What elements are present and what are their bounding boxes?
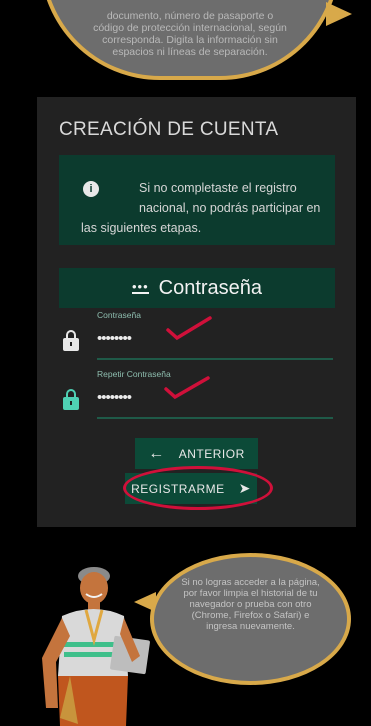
bubble-text-line: Si no logras acceder a la página,	[181, 577, 320, 588]
notice-text-line: nacional, no podrás participar en	[139, 201, 321, 215]
account-creation-card: CREACIÓN DE CUENTA i Si no completaste e…	[37, 97, 356, 527]
previous-button[interactable]: ← ANTERIOR	[135, 438, 258, 469]
password-field[interactable]: Contraseña ••••••••	[97, 310, 333, 360]
notice-text-line: las siguientes etapas.	[81, 221, 202, 235]
red-circle-annotation	[123, 466, 273, 510]
repeat-password-label: Repetir Contraseña	[97, 369, 171, 379]
repeat-password-underline	[97, 417, 333, 419]
red-check-annotation	[164, 376, 210, 400]
lock-icon	[63, 389, 79, 410]
info-icon: i	[83, 181, 99, 197]
bubble-text-line: espacios ni líneas de separación.	[112, 46, 268, 58]
repeat-password-field[interactable]: Repetir Contraseña ••••••••	[97, 369, 333, 419]
password-input[interactable]: ••••••••	[97, 330, 333, 352]
password-dots-icon: •••	[131, 279, 149, 294]
arrow-left-icon: ←	[148, 444, 165, 462]
section-title: Contraseña	[158, 276, 263, 299]
bubble-text-line: (Chrome, Firefox o Safari) e	[191, 610, 310, 621]
bottom-speech-bubble: Si no logras acceder a la página, por fa…	[150, 553, 351, 685]
bubble-text-line: corresponda. Digita la información sin	[102, 34, 278, 46]
info-notice: i Si no completaste el registro nacional…	[59, 155, 335, 245]
red-check-annotation	[166, 316, 212, 341]
top-speech-bubble: documento, número de pasaporte o código …	[40, 0, 340, 80]
password-underline	[97, 358, 333, 360]
lock-icon	[63, 330, 79, 351]
bubble-text-line: ingresa nuevamente.	[206, 621, 295, 632]
bubble-text-line: por favor limpia el historial de tu	[183, 588, 318, 599]
password-section-header: ••• Contraseña	[59, 268, 335, 308]
notice-text-line: Si no completaste el registro	[139, 181, 297, 195]
bubble-text-line: código de protección internacional, segú…	[93, 22, 287, 34]
card-title: CREACIÓN DE CUENTA	[59, 119, 279, 140]
repeat-password-input[interactable]: ••••••••	[97, 389, 333, 411]
bubble-text-line: navegador o prueba con otro	[189, 599, 312, 610]
password-label: Contraseña	[97, 310, 141, 320]
top-bubble-tail	[326, 2, 352, 26]
previous-button-label: ANTERIOR	[178, 446, 245, 461]
bubble-text-line: documento, número de pasaporte o	[106, 10, 274, 22]
person-with-laptop-illustration	[42, 567, 150, 726]
